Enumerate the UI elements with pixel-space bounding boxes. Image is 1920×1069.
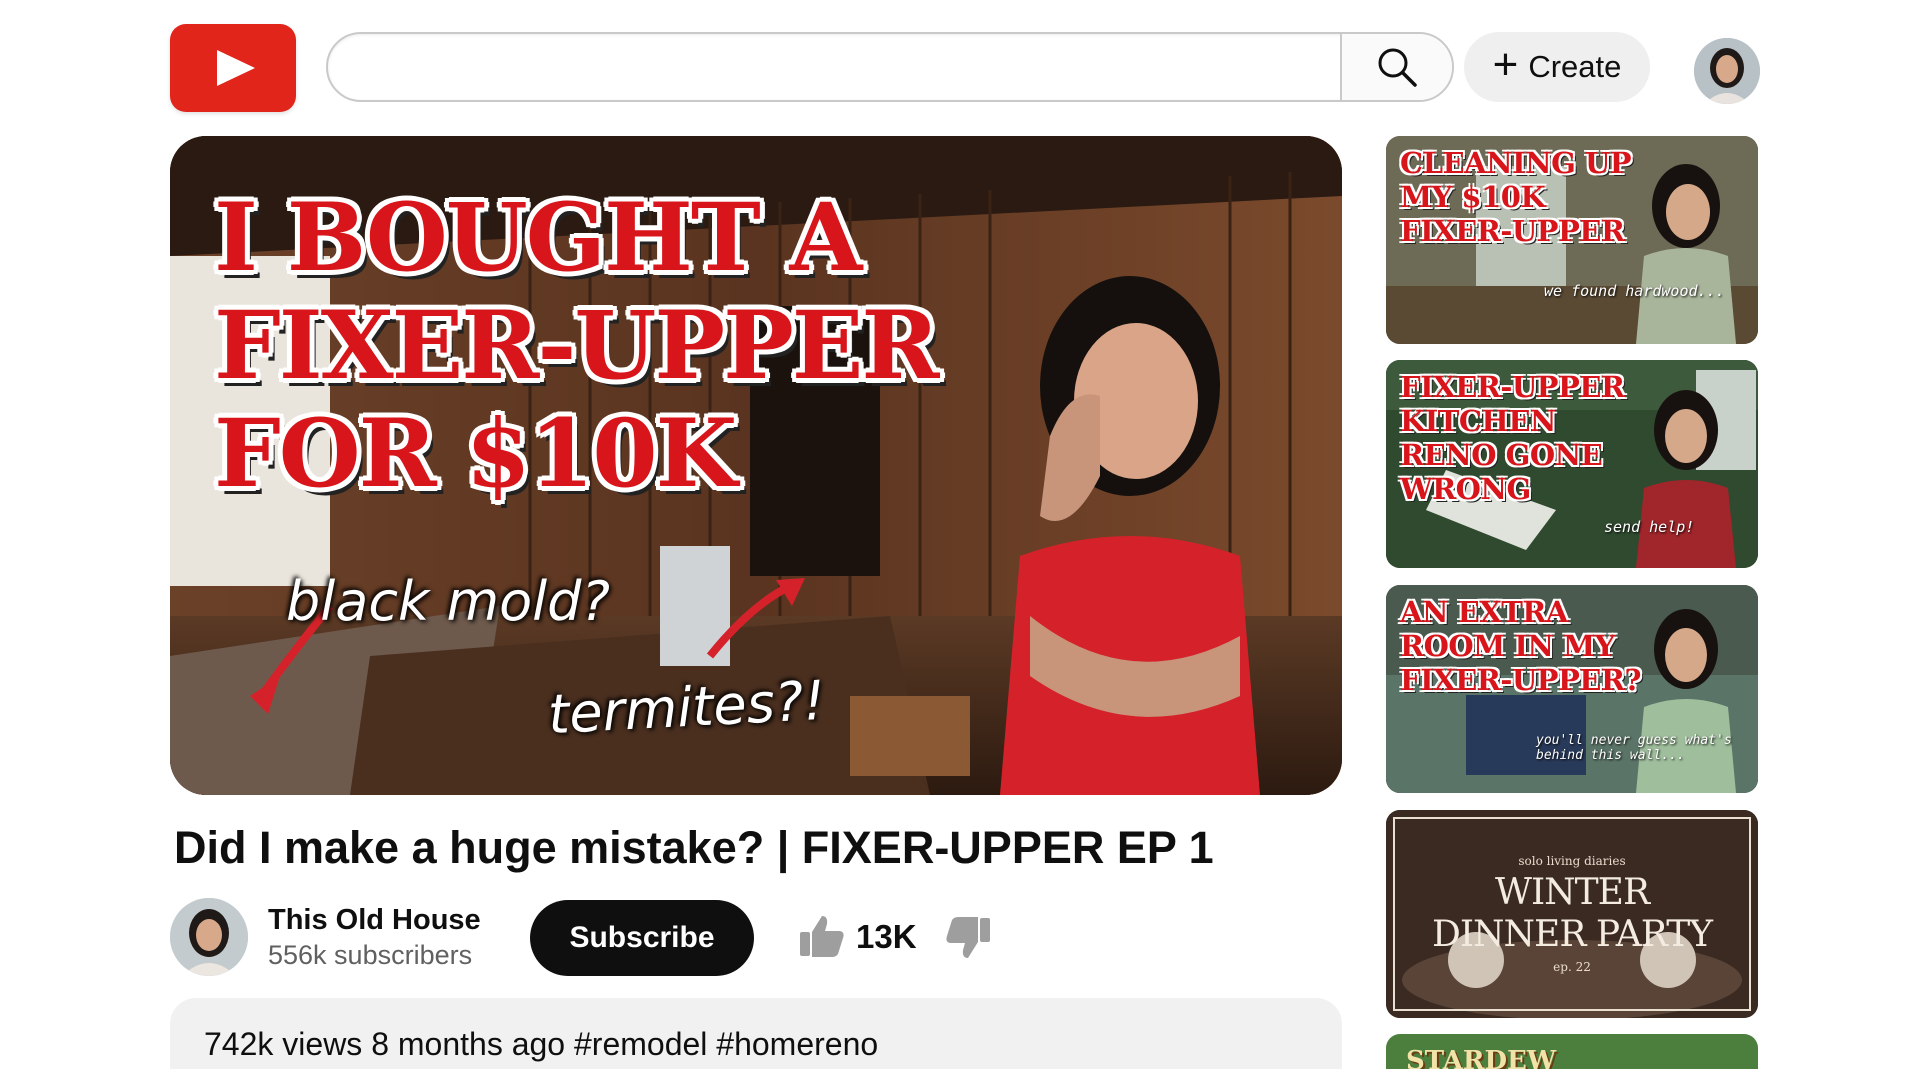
hero-overlay-title: I BOUGHT A FIXER-UPPER FOR $10K — [214, 183, 940, 509]
related-video-2[interactable]: FIXER-UPPER KITCHEN RENO GONE WRONG send… — [1386, 360, 1758, 568]
related-video-4[interactable]: solo living diaries WINTER DINNER PARTY … — [1386, 810, 1758, 1018]
search-button[interactable] — [1340, 34, 1452, 100]
like-button[interactable] — [798, 912, 846, 960]
search-input[interactable] — [328, 34, 1340, 100]
description-text: 742k views 8 months ago #remodel #homere… — [204, 1026, 879, 1062]
main-video-thumbnail[interactable]: I BOUGHT A FIXER-UPPER FOR $10K black mo… — [170, 136, 1342, 795]
like-count: 13K — [856, 918, 917, 955]
user-avatar[interactable] — [1694, 38, 1760, 104]
video-title: Did I make a huge mistake? | FIXER-UPPER… — [174, 822, 1214, 873]
hero-note-mold: black mold? — [286, 570, 611, 633]
subscribe-button[interactable]: Subscribe — [530, 900, 754, 976]
youtube-play-icon — [217, 50, 255, 86]
related-video-4-episode: ep. 22 — [1553, 960, 1591, 974]
avatar-portrait — [1694, 38, 1760, 104]
thumbs-down-icon — [946, 917, 990, 958]
youtube-logo[interactable] — [170, 24, 296, 112]
related-video-5-title: STARDEW — [1406, 1046, 1557, 1069]
related-video-2-note: send help! — [1604, 518, 1695, 536]
channel-avatar[interactable] — [170, 898, 248, 976]
related-video-5[interactable]: STARDEW — [1386, 1034, 1758, 1069]
related-video-3-note: you'll never guess what's behind this wa… — [1536, 733, 1732, 763]
description-box[interactable]: 742k views 8 months ago #remodel #homere… — [170, 998, 1342, 1069]
plus-icon: + — [1492, 40, 1519, 89]
channel-avatar-portrait — [170, 898, 248, 976]
create-label: Create — [1528, 49, 1622, 84]
related-video-1-title: CLEANING UP MY $10K FIXER-UPPER — [1400, 146, 1632, 248]
related-video-3[interactable]: AN EXTRA ROOM IN MY FIXER-UPPER? you'll … — [1386, 585, 1758, 793]
related-video-4-title: WINTER DINNER PARTY — [1431, 872, 1713, 955]
related-video-3-title: AN EXTRA ROOM IN MY FIXER-UPPER? — [1400, 595, 1642, 697]
channel-name[interactable]: This Old House — [268, 904, 481, 937]
related-video-1[interactable]: CLEANING UP MY $10K FIXER-UPPER we found… — [1386, 136, 1758, 344]
thumbs-up-icon — [800, 916, 844, 957]
search-bar — [326, 32, 1454, 102]
search-icon — [1378, 48, 1417, 87]
related-video-4-subtitle: solo living diaries — [1518, 854, 1626, 868]
related-video-1-note: we found hardwood... — [1544, 282, 1725, 300]
create-button[interactable]: + Create — [1464, 32, 1650, 102]
subscriber-count: 556k subscribers — [268, 940, 473, 970]
dislike-button[interactable] — [944, 914, 992, 962]
related-video-2-title: FIXER-UPPER KITCHEN RENO GONE WRONG — [1400, 370, 1625, 506]
